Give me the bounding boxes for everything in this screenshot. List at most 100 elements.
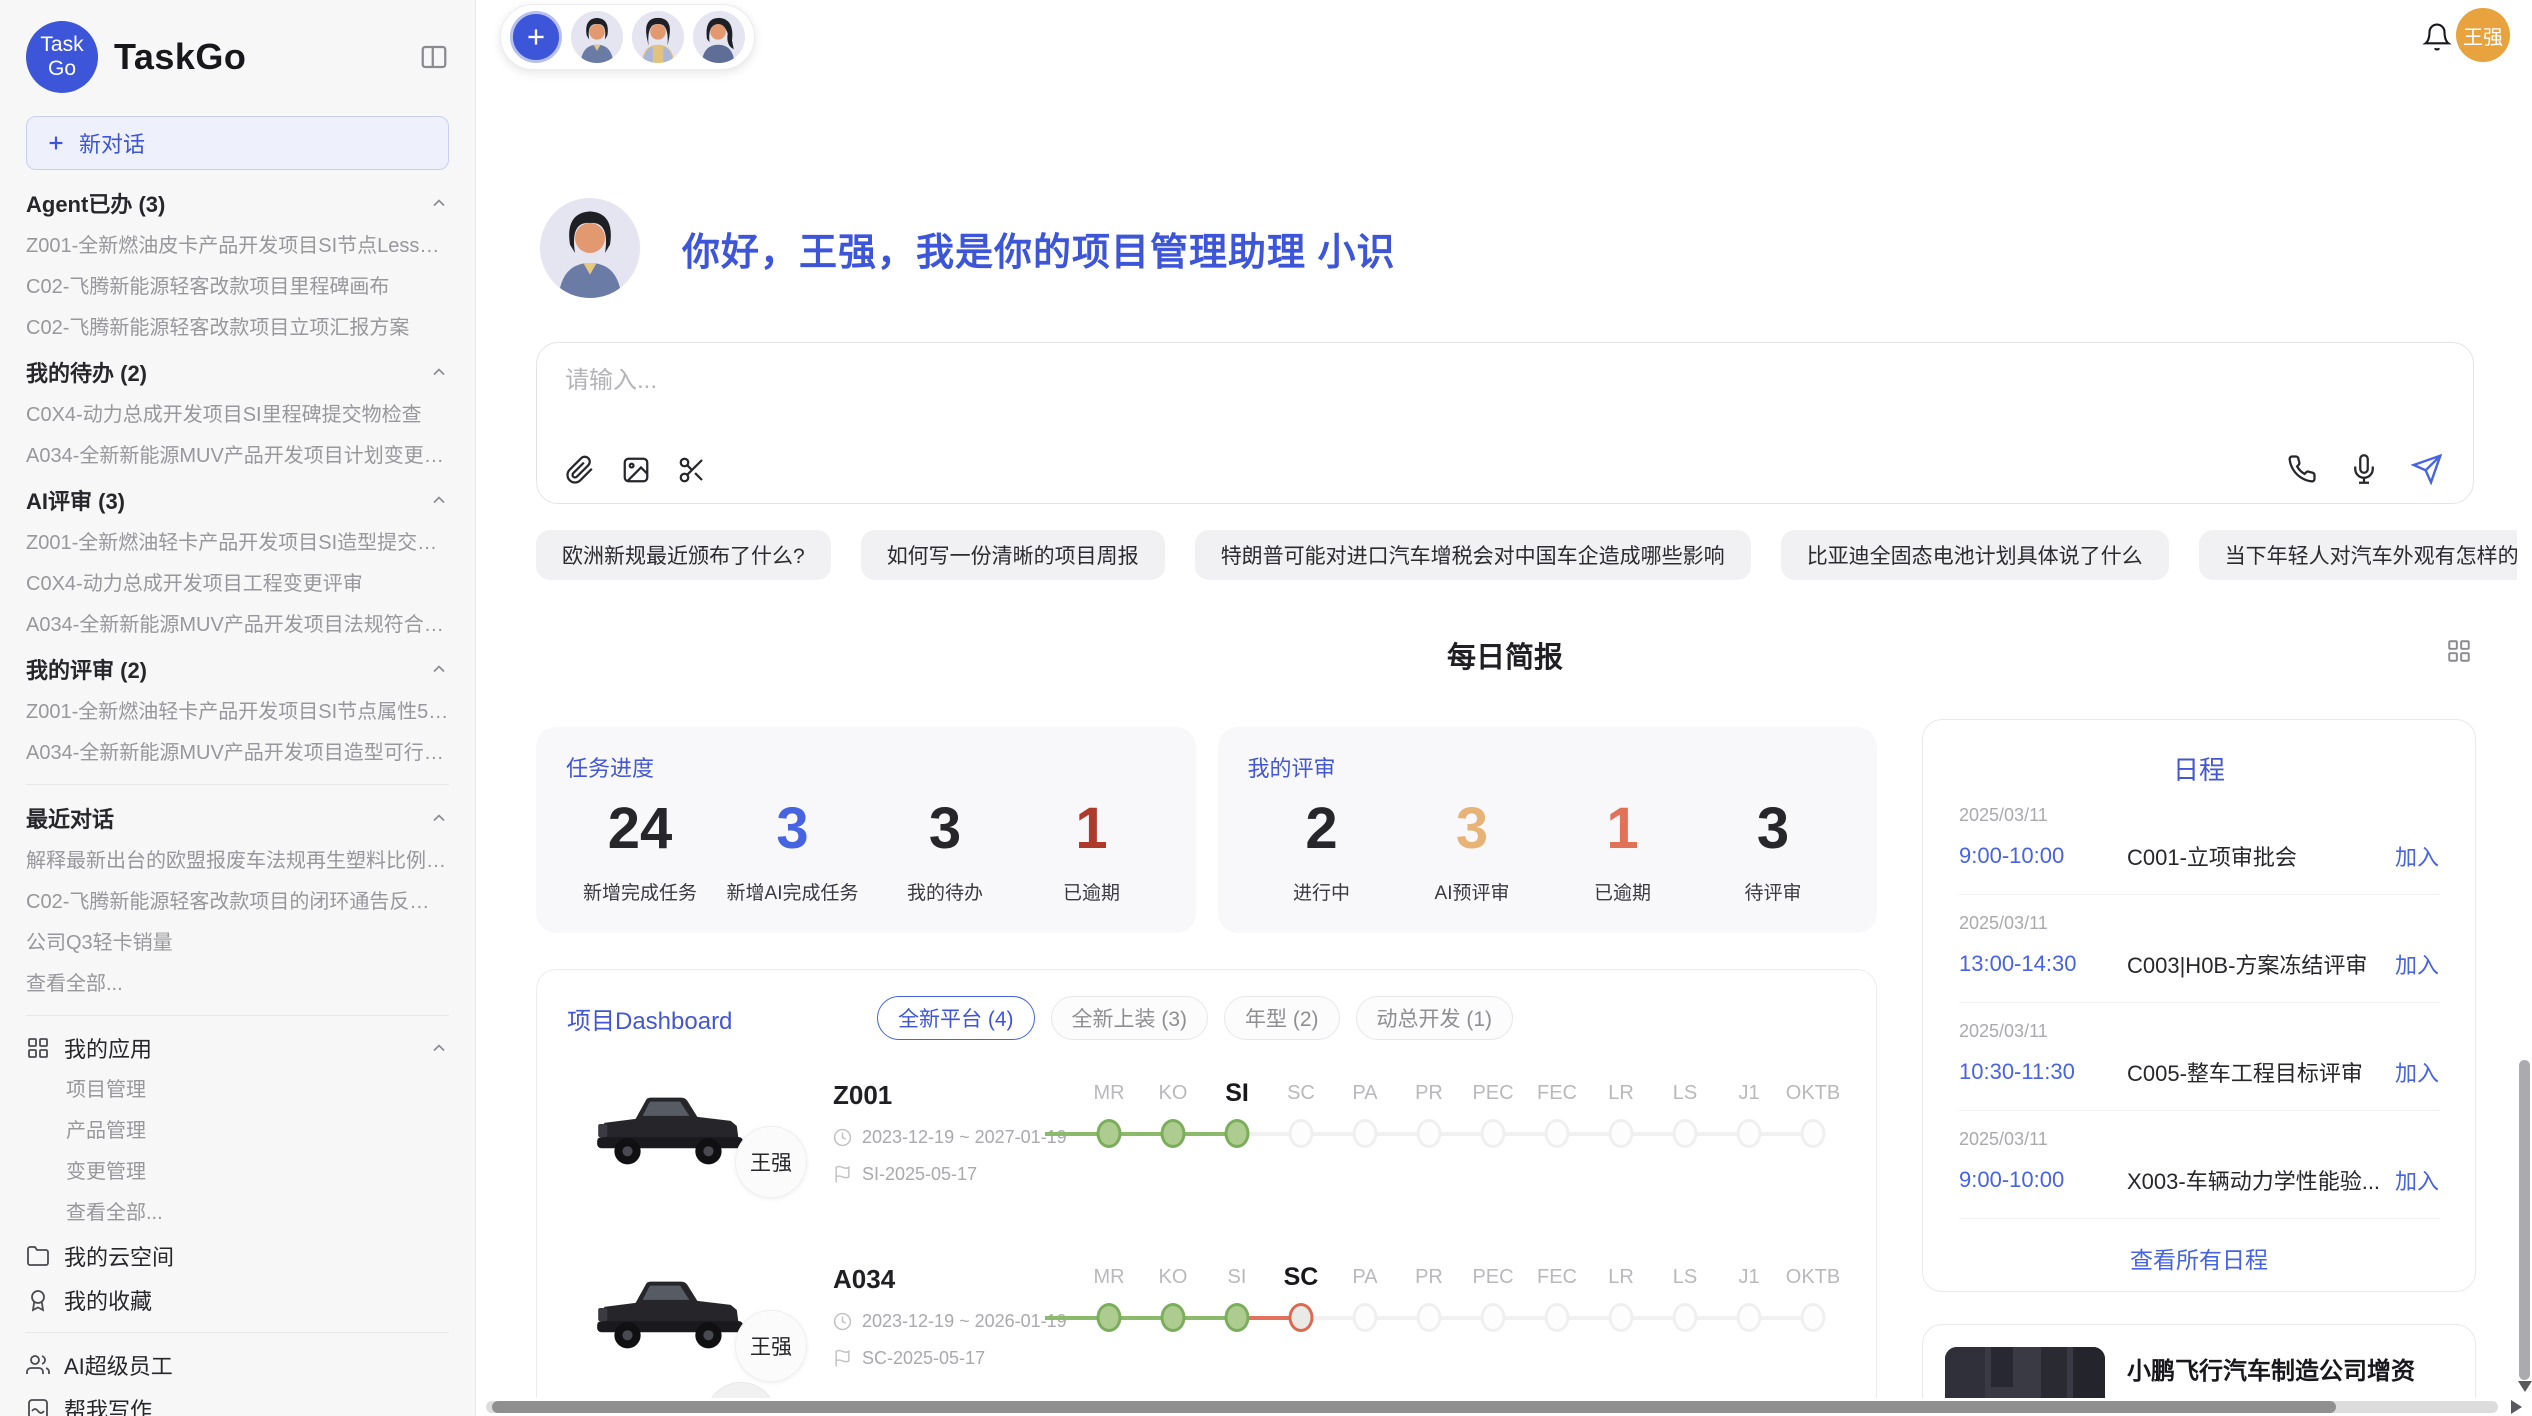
sidebar-item[interactable]: C0X4-动力总成开发项目SI里程碑提交物检查: [26, 395, 449, 436]
section-header-my-review[interactable]: 我的评审 (2): [26, 646, 449, 692]
scroll-down-arrow[interactable]: [2518, 1381, 2532, 1392]
daily-briefing-title: 每日简报: [1447, 642, 1563, 674]
milestone: LS: [1653, 1258, 1717, 1342]
layout-grid-icon[interactable]: [2446, 638, 2472, 664]
sidebar-app-item[interactable]: 查看全部...: [26, 1193, 449, 1234]
send-icon[interactable]: [2411, 453, 2443, 485]
favorites-label: 我的收藏: [64, 1284, 152, 1316]
milestone-dot: [1225, 1303, 1250, 1332]
vertical-scrollbar[interactable]: [2517, 0, 2532, 1398]
section-title: 我的评审 (2): [26, 653, 147, 685]
sidebar-item[interactable]: 公司Q3轻卡销量: [26, 923, 449, 964]
milestone-dot: [1609, 1119, 1634, 1148]
sidebar-item[interactable]: C02-飞腾新能源轻客改款项目的闭环通告反馈情况: [26, 882, 449, 923]
milestone-label: SC: [1269, 1074, 1333, 1112]
notification-bell-icon[interactable]: [2422, 22, 2452, 52]
scroll-right-arrow[interactable]: [2511, 1400, 2522, 1414]
sidebar-item[interactable]: Z001-全新燃油皮卡产品开发项目SI节点Lesson Learn报告: [26, 226, 449, 267]
user-avatar[interactable]: 王强: [2456, 8, 2510, 62]
schedule-card: 日程 2025/03/11 9:00-10:00 C001-立项审批会 加入 2…: [1922, 719, 2476, 1292]
project-row[interactable]: 王强 A034 2023-12-19 ~ 2026-01-19 SC-2025-…: [567, 1256, 1846, 1408]
sidebar-item[interactable]: Z001-全新燃油轻卡产品开发项目SI造型提交物评审: [26, 523, 449, 564]
section-title: 我的待办 (2): [26, 356, 147, 388]
join-link[interactable]: 加入: [2395, 1164, 2439, 1196]
stat-value: 3: [885, 795, 1005, 862]
new-chat-button[interactable]: 新对话: [26, 116, 449, 170]
suggestion-chip[interactable]: 比亚迪全固态电池计划具体说了什么: [1781, 530, 2169, 580]
clock-icon: [833, 1312, 852, 1331]
collapse-panel-icon[interactable]: [419, 42, 449, 72]
dashboard-tab[interactable]: 动总开发 (1): [1356, 996, 1514, 1040]
stat-card: 任务进度 24 新增完成任务 3 新增AI完成任务 3 我的待办: [536, 727, 1196, 933]
join-link[interactable]: 加入: [2395, 1056, 2439, 1088]
project-dates: 2023-12-19 ~ 2026-01-19: [862, 1311, 1067, 1332]
project-row[interactable]: 王强 Z001 2023-12-19 ~ 2027-01-19 SI-2025-…: [567, 1072, 1846, 1224]
sidebar-item[interactable]: Z001-全新燃油轻卡产品开发项目SI节点属性5D文件评审: [26, 692, 449, 733]
section-header-my-todo[interactable]: 我的待办 (2): [26, 349, 449, 395]
sidebar-item-favorites[interactable]: 我的收藏: [26, 1278, 449, 1322]
plus-icon: [45, 132, 67, 154]
microphone-icon[interactable]: [2349, 454, 2379, 484]
add-workspace-button[interactable]: [510, 11, 562, 63]
sidebar-item[interactable]: C0X4-动力总成开发项目工程变更评审: [26, 564, 449, 605]
schedule-date: 2025/03/11: [1959, 913, 2439, 934]
suggestion-chip[interactable]: 当下年轻人对汽车外观有怎样的喜好趋势: [2199, 530, 2532, 580]
stat-label: AI预评审: [1412, 878, 1532, 905]
avatar[interactable]: [571, 11, 623, 63]
section-header-agent-done[interactable]: Agent已办 (3): [26, 180, 449, 226]
milestone-dot: [1161, 1119, 1186, 1148]
horizontal-scrollbar-thumb[interactable]: [492, 1401, 2336, 1413]
sidebar-item-ai-employee[interactable]: AI超级员工: [26, 1343, 449, 1387]
sidebar-item[interactable]: C02-飞腾新能源轻客改款项目立项汇报方案: [26, 308, 449, 349]
dashboard-tab[interactable]: 全新上装 (3): [1051, 996, 1209, 1040]
sidebar-item-my-apps[interactable]: 我的应用: [26, 1026, 449, 1070]
dashboard-tab[interactable]: 年型 (2): [1224, 996, 1340, 1040]
milestone-label: LR: [1589, 1258, 1653, 1296]
sidebar-item[interactable]: C02-飞腾新能源轻客改款项目里程碑画布: [26, 267, 449, 308]
phone-icon[interactable]: [2287, 454, 2317, 484]
sidebar-item-cloud-space[interactable]: 我的云空间: [26, 1234, 449, 1278]
vertical-scrollbar-thumb[interactable]: [2519, 1060, 2530, 1380]
sidebar-app-item[interactable]: 产品管理: [26, 1111, 449, 1152]
schedule-time: 13:00-14:30: [1959, 951, 2127, 977]
sidebar-item-help-write[interactable]: 帮我写作: [26, 1387, 449, 1416]
sidebar-app-item[interactable]: 项目管理: [26, 1070, 449, 1111]
avatar[interactable]: [632, 11, 684, 63]
sidebar-item[interactable]: 解释最新出台的欧盟报废车法规再生塑料比例被调至15%...: [26, 841, 449, 882]
sidebar-item[interactable]: 查看全部...: [26, 964, 449, 1005]
section-header-recent[interactable]: 最近对话: [26, 795, 449, 841]
section-header-ai-review[interactable]: AI评审 (3): [26, 477, 449, 523]
stat-card: 我的评审 2 进行中 3 AI预评审 1 已逾期: [1218, 727, 1878, 933]
milestone-dot: [1801, 1303, 1826, 1332]
project-next-milestone: SC-2025-05-17: [862, 1348, 985, 1369]
sidebar-item[interactable]: A034-全新新能源MUV产品开发项目计划变更表编写: [26, 436, 449, 477]
join-link[interactable]: 加入: [2395, 948, 2439, 980]
milestone: OKTB: [1781, 1074, 1845, 1158]
milestone-timeline: MR KO SI: [1077, 1074, 1846, 1158]
join-link[interactable]: 加入: [2395, 840, 2439, 872]
sidebar-item[interactable]: A034-全新新能源MUV产品开发项目造型可行性评审: [26, 733, 449, 774]
avatar[interactable]: [693, 11, 745, 63]
attach-icon[interactable]: [565, 455, 595, 485]
project-list: 王强 Z001 2023-12-19 ~ 2027-01-19 SI-2025-…: [567, 1072, 1846, 1408]
suggestion-chip[interactable]: 欧洲新规最近颁布了什么?: [536, 530, 831, 580]
stat-label: 已逾期: [1032, 878, 1152, 905]
suggestion-chip[interactable]: 如何写一份清晰的项目周报: [861, 530, 1165, 580]
stat-label: 新增完成任务: [580, 878, 700, 905]
stat-label: 我的待办: [885, 878, 1005, 905]
chat-input[interactable]: [565, 367, 2165, 395]
view-all-schedule-link[interactable]: 查看所有日程: [1959, 1241, 2439, 1275]
image-icon: [26, 1397, 50, 1416]
suggestion-chip[interactable]: 特朗普可能对进口汽车增税会对中国车企造成哪些影响: [1195, 530, 1751, 580]
sidebar-item[interactable]: A034-全新新能源MUV产品开发项目法规符合性评审: [26, 605, 449, 646]
milestone: PR: [1397, 1258, 1461, 1342]
stat-value: 1: [1032, 795, 1152, 862]
milestone-dot: [1161, 1303, 1186, 1332]
horizontal-scrollbar[interactable]: [486, 1398, 2532, 1416]
dashboard-tab[interactable]: 全新平台 (4): [877, 996, 1035, 1040]
scissors-icon[interactable]: [677, 455, 707, 485]
milestone: LR: [1589, 1074, 1653, 1158]
image-upload-icon[interactable]: [621, 455, 651, 485]
sidebar-app-item[interactable]: 变更管理: [26, 1152, 449, 1193]
stat: 24 新增完成任务: [580, 789, 700, 905]
